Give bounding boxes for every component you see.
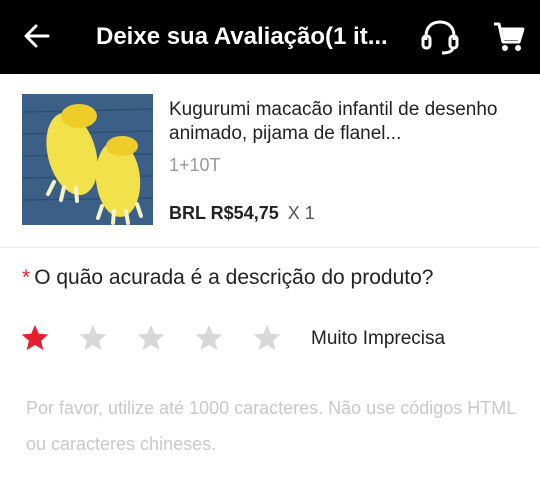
product-quantity: X 1 (287, 203, 315, 223)
product-name: Kugurumi macacão infantil de desenho ani… (169, 99, 498, 144)
page-title: Deixe sua Avaliação(1 it... (96, 23, 388, 50)
headset-icon[interactable] (420, 18, 460, 56)
product-price: BRL R$54,75 (169, 203, 279, 223)
back-arrow-icon[interactable] (22, 21, 52, 51)
product-image (22, 94, 153, 225)
star-5-icon[interactable] (252, 323, 282, 353)
rating-question: * O quão acurada é a descrição do produto… (22, 266, 433, 290)
top-bar: Deixe sua Avaliação(1 it... (0, 0, 540, 74)
required-asterisk: * (22, 266, 31, 289)
rating-label: Muito Imprecisa (311, 328, 446, 349)
star-1-icon[interactable] (20, 323, 50, 353)
cart-icon[interactable] (492, 20, 526, 54)
price-line: BRL R$54,75 X 1 (169, 203, 315, 224)
comment-placeholder[interactable]: Por favor, utilize até 1000 caracteres. … (26, 390, 526, 462)
product-variant: 1+10T (169, 155, 221, 175)
rating-question-text: O quão acurada é a descrição do produto? (34, 266, 434, 289)
star-4-icon[interactable] (194, 323, 224, 353)
star-3-icon[interactable] (136, 323, 166, 353)
star-2-icon[interactable] (78, 323, 108, 353)
product-summary[interactable]: Kugurumi macacão infantil de desenho ani… (0, 74, 540, 248)
